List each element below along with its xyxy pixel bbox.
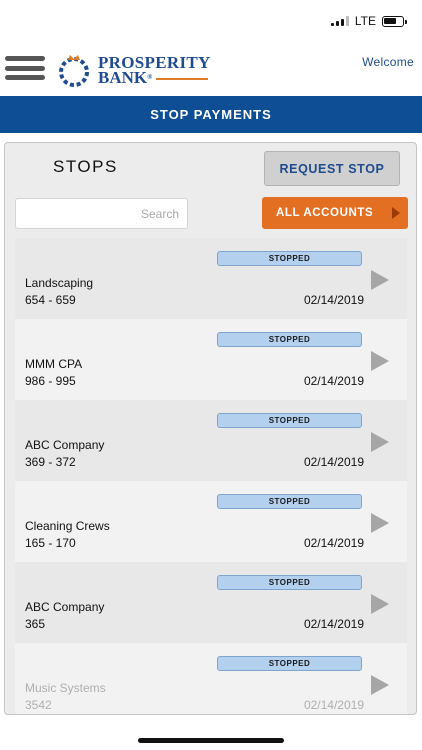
stop-date: 02/14/2019: [303, 617, 364, 631]
triangle-right-icon[interactable]: [371, 675, 389, 695]
stop-date: 02/14/2019: [303, 293, 364, 307]
check-range: 369 - 372: [25, 455, 76, 469]
check-range: 986 - 995: [25, 374, 76, 388]
stops-panel: STOPS REQUEST STOP ALL ACCOUNTS STOPPED …: [4, 142, 417, 715]
status-badge: STOPPED: [217, 332, 362, 347]
network-label: LTE: [354, 14, 376, 28]
stop-date: 02/14/2019: [303, 536, 364, 550]
all-accounts-button[interactable]: ALL ACCOUNTS: [262, 197, 408, 229]
payee-name: ABC Company: [25, 438, 105, 452]
check-range: 654 - 659: [25, 293, 76, 307]
stop-date: 02/14/2019: [303, 455, 364, 469]
home-indicator[interactable]: [138, 738, 284, 743]
signal-icon: [330, 16, 349, 26]
stop-row[interactable]: STOPPED Landscaping 654 - 659 02/14/2019: [15, 238, 407, 319]
stop-row[interactable]: STOPPED Cleaning Crews 165 - 170 02/14/2…: [15, 481, 407, 562]
triangle-right-icon[interactable]: [371, 270, 389, 290]
status-badge: STOPPED: [217, 251, 362, 266]
page-banner: STOP PAYMENTS: [0, 96, 422, 133]
stop-date: 02/14/2019: [303, 374, 364, 388]
status-badge: STOPPED: [217, 575, 362, 590]
search-input[interactable]: [16, 199, 187, 228]
stop-row[interactable]: STOPPED ABC Company 369 - 372 02/14/2019: [15, 400, 407, 481]
status-badge: STOPPED: [217, 494, 362, 509]
payee-name: MMM CPA: [25, 357, 83, 371]
triangle-right-icon[interactable]: [371, 351, 389, 371]
hamburger-menu-icon[interactable]: [5, 56, 45, 80]
triangle-right-icon[interactable]: [371, 432, 389, 452]
stops-heading: STOPS: [53, 157, 118, 176]
stop-row[interactable]: STOPPED Music Systems 3542 02/14/2019: [15, 643, 407, 714]
triangle-right-icon[interactable]: [371, 513, 389, 533]
check-range: 365: [25, 617, 46, 631]
status-bar: LTE: [0, 0, 422, 40]
triangle-right-icon[interactable]: [371, 594, 389, 614]
payee-name: Music Systems: [25, 681, 106, 695]
stop-row[interactable]: STOPPED ABC Company 365 02/14/2019: [15, 562, 407, 643]
search-field: [15, 198, 188, 229]
stop-row[interactable]: STOPPED MMM CPA 986 - 995 02/14/2019: [15, 319, 407, 400]
welcome-text: Welcome: [362, 55, 414, 69]
all-accounts-label: ALL ACCOUNTS: [276, 207, 374, 219]
status-indicators: LTE: [330, 14, 407, 28]
payee-name: Cleaning Crews: [25, 519, 110, 533]
triangle-right-icon: [392, 207, 400, 219]
check-range: 165 - 170: [25, 536, 76, 550]
stops-list: STOPPED Landscaping 654 - 659 02/14/2019…: [15, 238, 407, 714]
payee-name: ABC Company: [25, 600, 105, 614]
battery-icon: [382, 15, 407, 27]
status-badge: STOPPED: [217, 413, 362, 428]
bank-logo: PROSPERITY BANK®: [56, 52, 211, 88]
stop-date: 02/14/2019: [303, 698, 364, 712]
page-title: STOP PAYMENTS: [150, 107, 272, 122]
logo-line-2: BANK: [98, 68, 148, 87]
payee-name: Landscaping: [25, 276, 94, 290]
request-stop-button[interactable]: REQUEST STOP: [264, 151, 400, 186]
check-range: 3542: [25, 698, 52, 712]
app-header: PROSPERITY BANK® Welcome: [0, 40, 422, 96]
status-badge: STOPPED: [217, 656, 362, 671]
bank-logo-icon: [59, 55, 89, 87]
